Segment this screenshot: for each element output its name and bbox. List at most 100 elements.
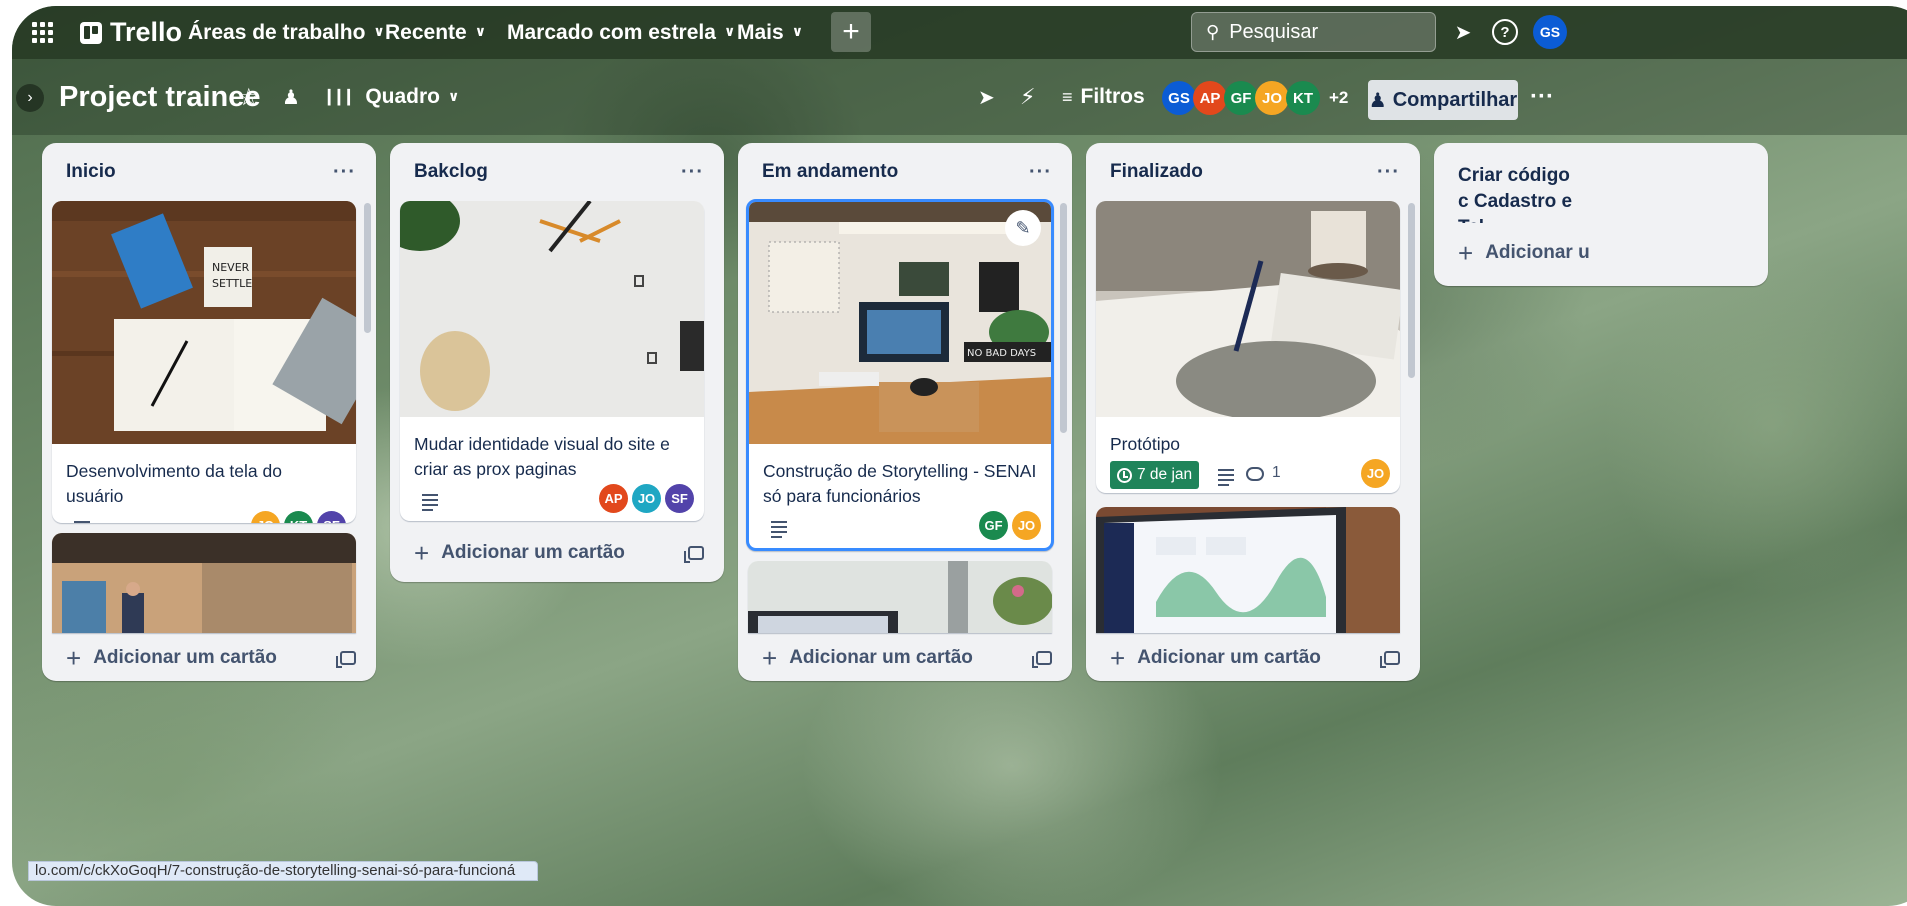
logo-text: Trello	[110, 17, 183, 47]
due-date-badge[interactable]: 7 de jan	[1110, 461, 1200, 489]
board-view-icon: ▎▎▎	[328, 88, 358, 105]
member-avatar[interactable]: GS	[1162, 81, 1196, 115]
add-card-button[interactable]: + Adicionar u	[1444, 233, 1758, 273]
starred-label: Marcado com estrela	[507, 20, 716, 44]
list-bakclog: Bakclog ··· Mudar identidade visual do s…	[390, 143, 724, 582]
share-button[interactable]: ♟ Compartilhar	[1368, 80, 1518, 120]
description-icon	[74, 521, 90, 523]
status-bar-url: lo.com/c/ckXoGoqH/7-construção-de-storyt…	[28, 861, 538, 881]
list-title[interactable]: Inicio	[66, 161, 116, 183]
add-card-button[interactable]: + Adicionar um cartão	[400, 533, 714, 573]
lightning-icon[interactable]: ⚡	[1020, 59, 1035, 135]
members-more-count[interactable]: +2	[1329, 88, 1348, 108]
card-selected[interactable]: NO BAD DAYS ✎ Construção de Storytelling…	[746, 199, 1054, 551]
add-card-label: Adicionar um cartão	[789, 647, 973, 668]
card[interactable]: NEVER SETTLE Desenvolvimento da tela do …	[52, 201, 356, 523]
add-card-label: Adicionar um cartão	[93, 647, 277, 668]
workspaces-menu[interactable]: Áreas de trabalho ∨	[188, 6, 385, 59]
user-avatar[interactable]: GS	[1533, 15, 1567, 49]
list-header: Em andamento ···	[738, 143, 1072, 201]
card-cover-image	[52, 533, 356, 633]
card[interactable]: Protótipo 7 de jan 1 JO	[1096, 201, 1400, 493]
list-title[interactable]: Bakclog	[414, 161, 488, 183]
list-title[interactable]: Em andamento	[762, 161, 898, 183]
description-icon	[1218, 469, 1234, 489]
plus-icon: +	[1458, 237, 1474, 268]
list-title[interactable]: Finalizado	[1110, 161, 1203, 183]
card-template-icon[interactable]	[336, 651, 356, 668]
list-scrollbar[interactable]	[1060, 203, 1067, 433]
card-member-avatar[interactable]: JO	[632, 484, 661, 513]
list-menu-button[interactable]: ···	[681, 161, 704, 184]
card-member-avatar[interactable]: SF	[317, 511, 346, 523]
card-member-avatar[interactable]: GF	[979, 511, 1008, 540]
svg-text:SETTLE: SETTLE	[212, 277, 252, 290]
svg-text:NO BAD DAYS: NO BAD DAYS	[967, 348, 1036, 359]
card-cover-image: NO BAD DAYS	[749, 202, 1051, 444]
view-switcher[interactable]: ▎▎▎ Quadro ∨	[328, 59, 459, 135]
card-member-avatar[interactable]: KT	[284, 511, 313, 523]
sidebar-toggle-button[interactable]: ›	[16, 84, 44, 112]
card-members: AP JO SF	[599, 484, 694, 513]
card[interactable]	[748, 561, 1052, 633]
add-card-label: Adicionar um cartão	[441, 542, 625, 563]
card-cover-image: NEVER SETTLE	[52, 201, 356, 444]
search-placeholder: Pesquisar	[1229, 20, 1319, 43]
member-avatar[interactable]: JO	[1255, 81, 1289, 115]
help-icon[interactable]: ?	[1492, 19, 1518, 45]
card[interactable]	[1096, 507, 1400, 633]
star-icon[interactable]: ☆	[238, 59, 260, 135]
chevron-down-icon: ∨	[373, 23, 385, 39]
card-title: Construção de Storytelling - SENAI só pa…	[763, 461, 1037, 506]
card-member-avatar[interactable]: JO	[251, 511, 280, 523]
member-avatar[interactable]: KT	[1286, 81, 1320, 115]
list-menu-button[interactable]: ···	[1029, 161, 1052, 184]
card-template-icon[interactable]	[684, 546, 704, 563]
card[interactable]	[52, 533, 356, 633]
add-card-button[interactable]: + Adicionar um cartão	[52, 638, 366, 678]
starred-menu[interactable]: Marcado com estrela ∨	[507, 6, 735, 59]
list-inicio: Inicio ··· NEVER SETTLE Desenvolvimento …	[42, 143, 376, 681]
plus-icon: +	[1110, 642, 1126, 673]
card-members: GF JO	[979, 511, 1041, 540]
member-avatar[interactable]: GF	[1224, 81, 1258, 115]
card-member-avatar[interactable]: JO	[1012, 511, 1041, 540]
list-title[interactable]: Criar código c Cadastro e Tel	[1434, 143, 1594, 223]
search-input[interactable]: ⚲ Pesquisar	[1191, 12, 1436, 52]
board-title[interactable]: Project trainee	[59, 59, 260, 135]
add-card-button[interactable]: + Adicionar um cartão	[748, 638, 1062, 678]
card[interactable]: Mudar identidade visual do site e criar …	[400, 201, 704, 521]
card-template-icon[interactable]	[1380, 651, 1400, 668]
list-finalizado: Finalizado ··· Protótipo 7 de jan 1 JO +…	[1086, 143, 1420, 681]
board-header: › Project trainee ☆ ♟ ▎▎▎ Quadro ∨ ➤ ⚡ ≡…	[12, 59, 1907, 135]
edit-card-button[interactable]: ✎	[1005, 210, 1041, 246]
more-menu[interactable]: Mais ∨	[737, 6, 803, 59]
megaphone-icon[interactable]: ➤	[1450, 19, 1476, 45]
plus-icon: +	[414, 537, 430, 568]
card-member-avatar[interactable]: SF	[665, 484, 694, 513]
trello-logo[interactable]: Trello	[80, 6, 182, 59]
board-menu-button[interactable]: ···	[1530, 59, 1554, 135]
filters-button[interactable]: ≡ Filtros	[1062, 59, 1145, 135]
recent-menu[interactable]: Recente ∨	[385, 6, 486, 59]
trello-logo-icon	[80, 21, 102, 44]
card-template-icon[interactable]	[1032, 651, 1052, 668]
grid-icon[interactable]	[28, 18, 56, 46]
top-navigation: Trello Áreas de trabalho ∨ Recente ∨ Mar…	[12, 6, 1907, 59]
list-menu-button[interactable]: ···	[1377, 161, 1400, 184]
rocket-icon[interactable]: ➤	[978, 59, 995, 135]
card-badges: AP JO SF	[400, 482, 704, 520]
card-badges: GF JO	[749, 509, 1051, 547]
description-icon	[771, 521, 787, 541]
create-button[interactable]: +	[831, 12, 871, 52]
card-member-avatar[interactable]: AP	[599, 484, 628, 513]
add-card-button[interactable]: + Adicionar um cartão	[1096, 638, 1410, 678]
list-scrollbar[interactable]	[364, 203, 371, 333]
board-members[interactable]: GS AP GF JO KT +2	[1162, 81, 1348, 115]
people-icon[interactable]: ♟	[282, 59, 300, 135]
list-menu-button[interactable]: ···	[333, 161, 356, 184]
card-member-avatar[interactable]: JO	[1361, 459, 1390, 488]
member-avatar[interactable]: AP	[1193, 81, 1227, 115]
list-scrollbar[interactable]	[1408, 203, 1415, 378]
list-criar-codigo: Criar código c Cadastro e Tel + Adiciona…	[1434, 143, 1768, 286]
